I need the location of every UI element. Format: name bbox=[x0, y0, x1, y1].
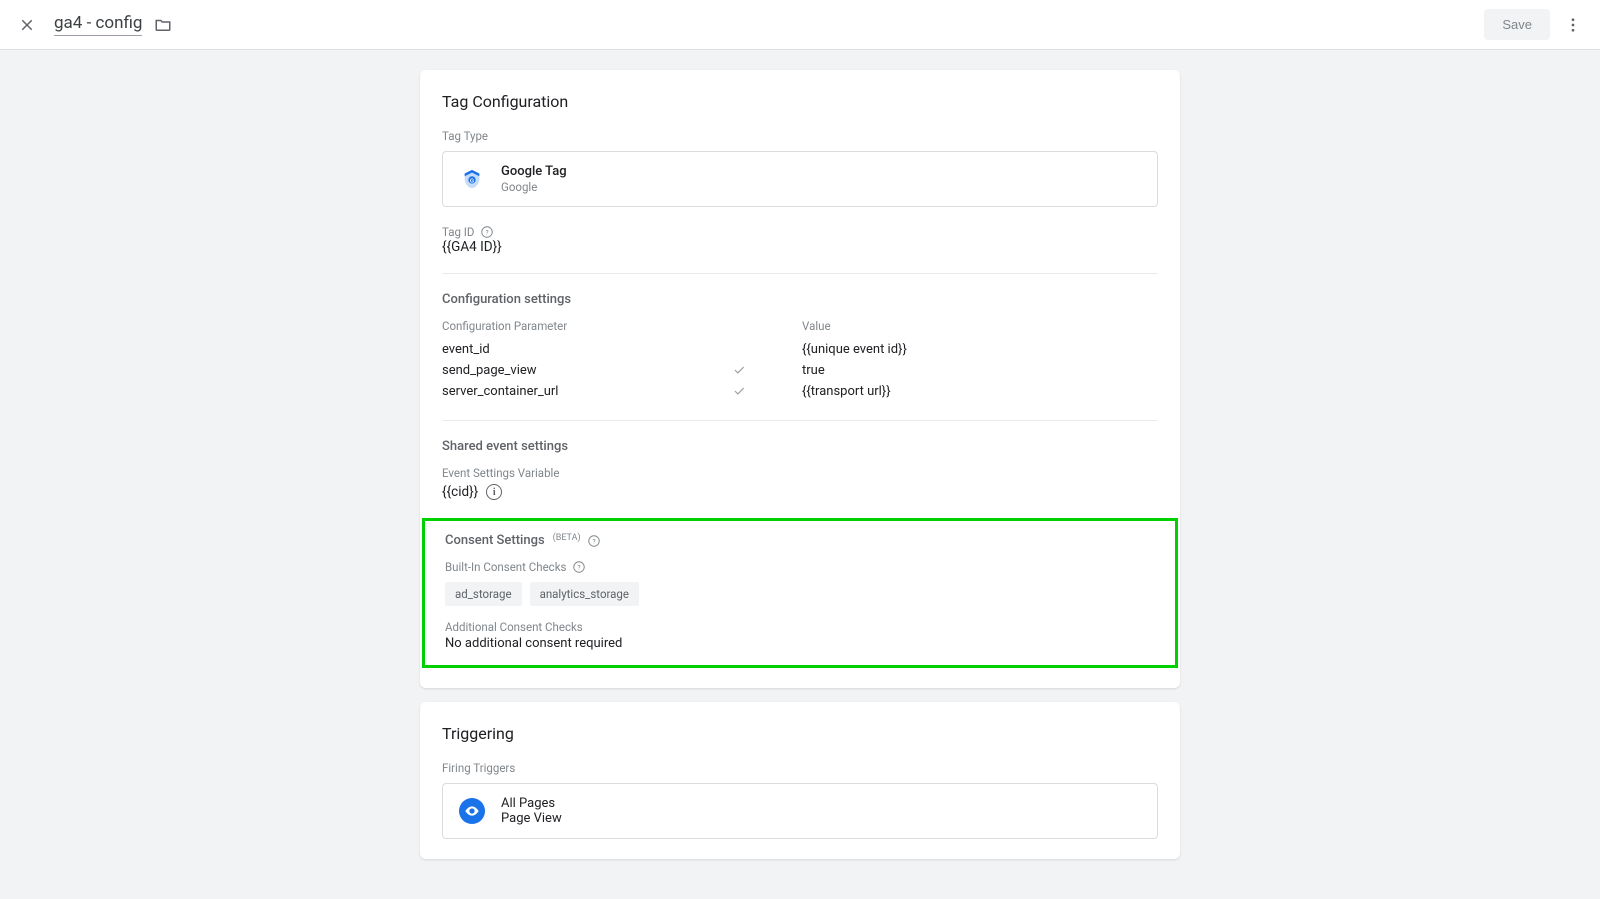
svg-text:?: ? bbox=[486, 228, 489, 236]
help-icon[interactable]: ? bbox=[480, 225, 494, 239]
builtin-consent-label: Built-In Consent Checks bbox=[445, 560, 566, 574]
help-icon[interactable]: ? bbox=[572, 560, 586, 574]
tag-type-box[interactable]: G Google Tag Google bbox=[442, 151, 1158, 207]
param-name: event_id bbox=[442, 342, 732, 357]
config-param-row: server_container_url {{transport url}} bbox=[442, 381, 1158, 402]
trigger-row[interactable]: All Pages Page View bbox=[442, 783, 1158, 839]
tag-configuration-card[interactable]: Tag Configuration Tag Type G Google Tag … bbox=[420, 70, 1180, 688]
more-icon[interactable] bbox=[1564, 16, 1582, 34]
firing-triggers-label: Firing Triggers bbox=[442, 761, 1158, 775]
folder-icon[interactable] bbox=[154, 16, 172, 34]
additional-consent-label: Additional Consent Checks bbox=[445, 620, 1155, 634]
consent-settings-section: Consent Settings (BETA) ? Built-In Conse… bbox=[422, 518, 1178, 668]
beta-badge: (BETA) bbox=[553, 533, 581, 543]
consent-chip: analytics_storage bbox=[530, 582, 639, 606]
tag-id-label: Tag ID bbox=[442, 225, 474, 239]
svg-text:G: G bbox=[470, 179, 474, 185]
info-icon[interactable]: i bbox=[486, 484, 502, 500]
param-value: {{transport url}} bbox=[802, 384, 1158, 399]
close-icon[interactable] bbox=[18, 16, 36, 34]
param-name: server_container_url bbox=[442, 384, 732, 399]
config-settings-header: Configuration settings bbox=[442, 292, 1158, 307]
config-param-row: send_page_view true bbox=[442, 360, 1158, 381]
config-param-row: event_id {{unique event id}} bbox=[442, 339, 1158, 360]
consent-chip: ad_storage bbox=[445, 582, 522, 606]
triggering-title: Triggering bbox=[442, 724, 1158, 743]
page-title[interactable]: ga4 - config bbox=[54, 13, 142, 36]
param-header-value: Value bbox=[802, 319, 1158, 333]
additional-consent-value: No additional consent required bbox=[445, 636, 1155, 651]
pageview-icon bbox=[459, 798, 485, 824]
save-button[interactable]: Save bbox=[1484, 9, 1550, 40]
shared-settings-header: Shared event settings bbox=[442, 439, 1158, 454]
tag-type-vendor: Google bbox=[501, 180, 567, 194]
event-settings-var-value: {{cid}} bbox=[442, 484, 478, 500]
trigger-name: All Pages bbox=[501, 796, 562, 811]
param-name: send_page_view bbox=[442, 363, 732, 378]
page-body: Tag Configuration Tag Type G Google Tag … bbox=[0, 50, 1600, 899]
svg-text:?: ? bbox=[578, 563, 581, 571]
trigger-type: Page View bbox=[501, 811, 562, 826]
param-value: true bbox=[802, 363, 1158, 378]
check-icon bbox=[732, 384, 746, 398]
triggering-card[interactable]: Triggering Firing Triggers All Pages Pag… bbox=[420, 702, 1180, 859]
event-settings-var-label: Event Settings Variable bbox=[442, 466, 1158, 480]
google-tag-icon: G bbox=[459, 166, 485, 192]
tag-id-value: {{GA4 ID}} bbox=[442, 239, 1158, 255]
tag-type-name: Google Tag bbox=[501, 164, 567, 179]
svg-text:?: ? bbox=[592, 537, 595, 545]
check-icon bbox=[732, 363, 746, 377]
consent-title: Consent Settings bbox=[445, 533, 545, 548]
param-header-name: Configuration Parameter bbox=[442, 319, 732, 333]
tag-configuration-title: Tag Configuration bbox=[442, 92, 1158, 111]
help-icon[interactable]: ? bbox=[587, 534, 601, 548]
tag-type-label: Tag Type bbox=[442, 129, 1158, 143]
param-value: {{unique event id}} bbox=[802, 342, 1158, 357]
top-bar: ga4 - config Save bbox=[0, 0, 1600, 50]
